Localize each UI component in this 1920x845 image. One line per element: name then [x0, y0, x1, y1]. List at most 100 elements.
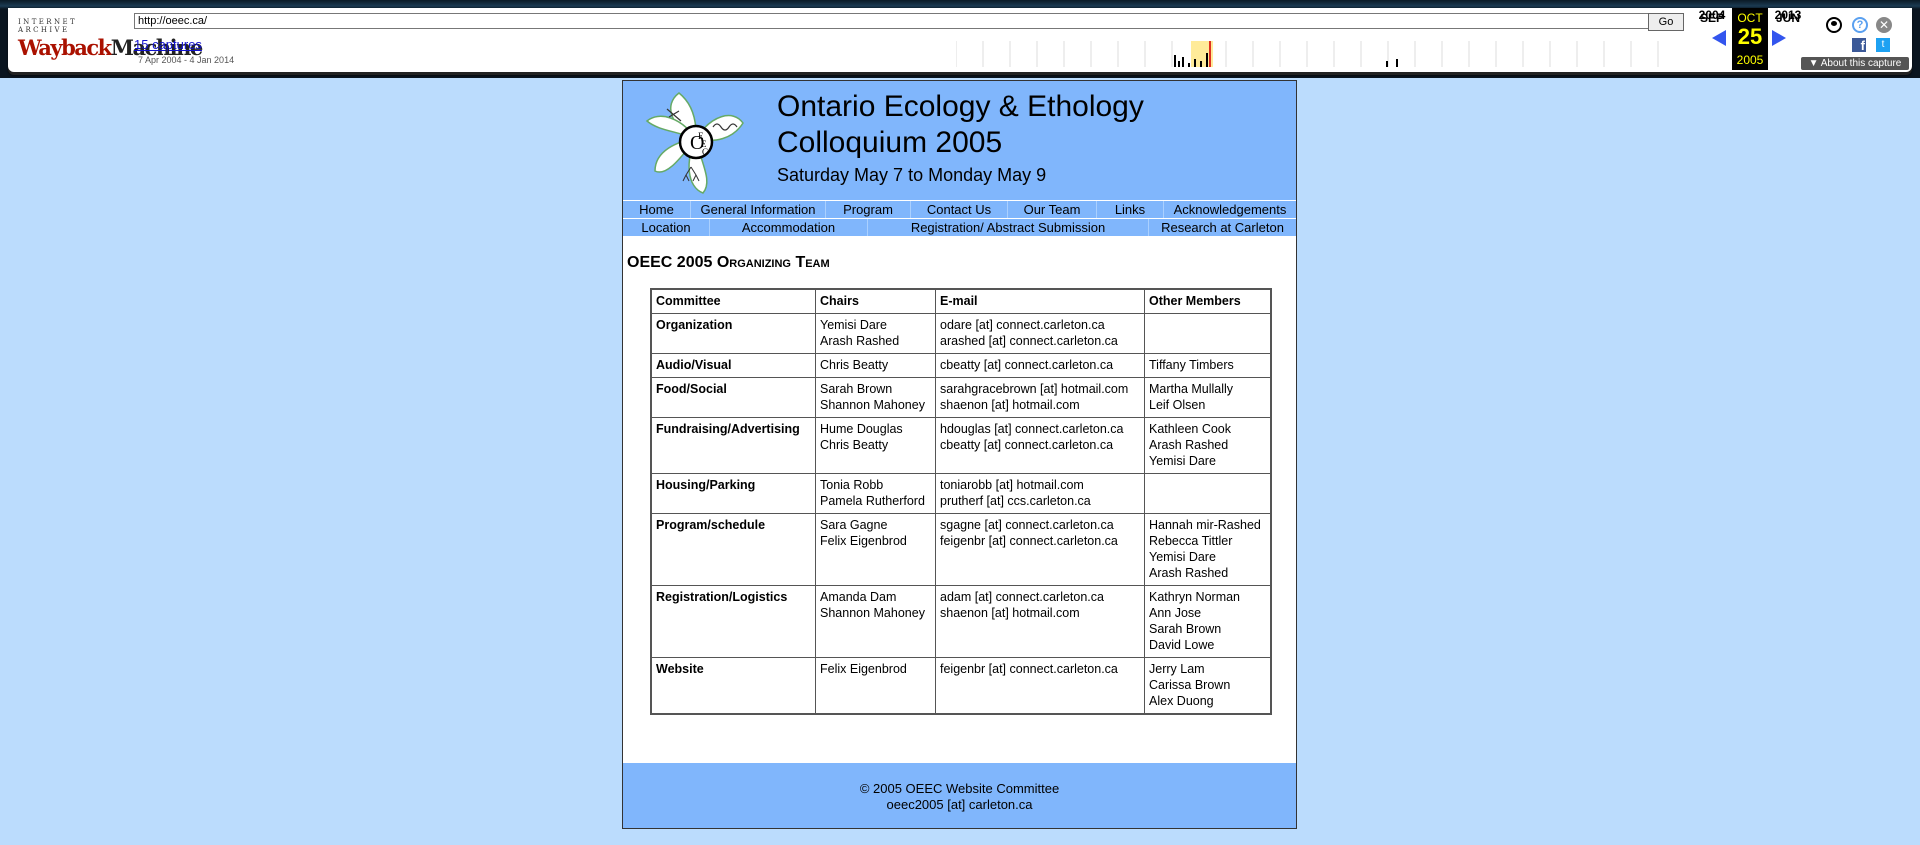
help-icon[interactable]: ?	[1852, 17, 1868, 33]
chairs-cell-line: Hume Douglas	[820, 422, 903, 436]
nav-program[interactable]: Program	[826, 201, 911, 218]
team-table-body: Organization Yemisi Dare Arash Rashed odare…	[650, 313, 1272, 715]
main-content: OEEC 2005 Organizing Team Committee Chai…	[623, 236, 1296, 715]
committee-cell: Housing/Parking	[650, 473, 816, 514]
nav-row-1: Home General Information Program Contact…	[623, 200, 1296, 218]
wayback-panel: INTERNET ARCHIVE WaybackMachine http://o…	[8, 8, 1912, 72]
email-cell-line: feigenbr [at] connect.carleton.ca	[940, 534, 1118, 548]
current-month-col: OCT 25 2005	[1732, 8, 1768, 70]
table-row: Registration/Logistics Amanda Dam Shannon …	[650, 585, 1272, 658]
email-cell: sarahgracebrown [at] hotmail.com shaenon …	[935, 377, 1145, 418]
go-button[interactable]: Go	[1648, 13, 1684, 31]
nav-accommodation[interactable]: Accommodation	[710, 219, 868, 236]
capture-sparkline[interactable]	[956, 41, 1662, 67]
table-row: Housing/Parking Tonia Robb Pamela Rutherfo…	[650, 473, 1272, 514]
members-cell-line: Rebecca Tittler	[1149, 534, 1233, 548]
next-month-col[interactable]: JUN 2013	[1770, 8, 1806, 46]
members-cell-line: Jerry Lam	[1149, 662, 1205, 676]
footer-copyright: © 2005 OEEC Website Committee	[859, 781, 1060, 796]
chairs-cell-line: Pamela Rutherford	[820, 494, 925, 508]
members-cell-line: Martha Mullally	[1149, 382, 1234, 396]
email-cell-line: sgagne [at] connect.carleton.ca	[940, 518, 1114, 532]
chairs-cell: Yemisi Dare Arash Rashed	[815, 313, 936, 354]
about-capture-button[interactable]: ▼ About this capture	[1801, 57, 1909, 70]
members-cell-line: Leif Olsen	[1149, 398, 1206, 412]
chairs-cell-line: Amanda Dam	[820, 590, 897, 604]
sparkline-grid	[956, 41, 1659, 67]
prev-capture-arrow-icon[interactable]	[1712, 30, 1726, 46]
site-header: O E E C Ontario Ecology & Ethology Collo…	[623, 81, 1296, 200]
members-cell-line: Carissa Brown	[1149, 678, 1231, 692]
prev-month-col[interactable]: SEP 2004	[1694, 8, 1730, 46]
user-icon[interactable]	[1826, 17, 1842, 33]
team-table: Committee Chairs E-mail Other Members Or…	[650, 288, 1272, 715]
page-heading: OEEC 2005 Organizing Team	[627, 254, 830, 271]
chairs-cell-line: Tonia Robb	[820, 478, 884, 492]
nav-row-2: Location Accommodation Registration/ Abs…	[623, 218, 1296, 236]
current-day-label: 25	[1737, 24, 1763, 49]
email-cell-line: shaenon [at] hotmail.com	[940, 606, 1080, 620]
nav-contact-us[interactable]: Contact Us	[911, 201, 1008, 218]
members-cell-line: Yemisi Dare	[1149, 550, 1216, 564]
email-cell-line: adam [at] connect.carleton.ca	[940, 590, 1104, 604]
nav-location[interactable]: Location	[623, 219, 710, 236]
header-other-members: Other Members	[1144, 288, 1272, 314]
members-cell-line: Yemisi Dare	[1149, 454, 1216, 468]
sparkline-current-capture	[1209, 41, 1211, 67]
nav-our-team[interactable]: Our Team	[1008, 201, 1097, 218]
trillium-logo-icon: O E E C	[645, 92, 744, 194]
next-year-label[interactable]: 2013	[1770, 8, 1806, 22]
chairs-cell-line: Yemisi Dare	[820, 318, 887, 332]
email-cell-line: feigenbr [at] connect.carleton.ca	[940, 662, 1118, 676]
committee-cell: Fundraising/Advertising	[650, 417, 816, 474]
wayback-logo[interactable]: INTERNET ARCHIVE WaybackMachine	[18, 18, 203, 66]
nav-home[interactable]: Home	[623, 201, 691, 218]
twitter-icon[interactable]: t	[1876, 38, 1890, 52]
nav-general-information[interactable]: General Information	[691, 201, 826, 218]
email-cell-line: toniarobb [at] hotmail.com	[940, 478, 1084, 492]
chairs-cell-line: Arash Rashed	[820, 334, 900, 348]
next-capture-arrow-icon[interactable]	[1772, 30, 1786, 46]
sparkline-bar	[1174, 55, 1176, 67]
sparkline-bar	[1396, 59, 1398, 67]
sparkline-bars	[1174, 53, 1398, 67]
members-cell-line: Kathryn Norman	[1149, 590, 1241, 604]
sparkline-bar	[1178, 61, 1180, 67]
captures-link[interactable]: 15 captures	[134, 37, 202, 52]
nav-links[interactable]: Links	[1097, 201, 1164, 218]
nav-research-at-carleton[interactable]: Research at Carleton	[1149, 219, 1296, 236]
prev-year-label[interactable]: 2004	[1694, 8, 1730, 22]
url-input[interactable]: http://oeec.ca/	[134, 13, 1656, 29]
close-icon[interactable]: ✕	[1876, 17, 1892, 33]
chairs-cell: Hume Douglas Chris Beatty	[815, 417, 936, 474]
table-row: Audio/Visual Chris Beatty cbeatty [at] con…	[650, 353, 1272, 378]
wayback-logo-wordmark: WaybackMachine	[18, 35, 203, 60]
header-chairs: Chairs	[815, 288, 936, 314]
committee-cell: Registration/Logistics	[650, 585, 816, 658]
members-cell: Kathleen Cook Arash Rashed Yemisi Dare	[1144, 417, 1272, 474]
email-cell-line: odare [at] connect.carleton.ca	[940, 318, 1105, 332]
footer-spacer	[623, 763, 1296, 781]
members-cell-line: Alex Duong	[1149, 694, 1214, 708]
chairs-cell: Tonia Robb Pamela Rutherford	[815, 473, 936, 514]
nav-registration[interactable]: Registration/ Abstract Submission	[868, 219, 1149, 236]
event-date: Saturday May 7 to Monday May 9	[777, 165, 1047, 185]
chairs-cell-line: Sarah Brown	[820, 382, 893, 396]
email-cell: odare [at] connect.carleton.ca arashed [a…	[935, 313, 1145, 354]
nav-acknowledgements[interactable]: Acknowledgements	[1164, 201, 1296, 218]
chairs-cell: Felix Eigenbrod	[815, 657, 936, 715]
committee-cell: Program/schedule	[650, 513, 816, 586]
wayback-toolbar: INTERNET ARCHIVE WaybackMachine http://o…	[0, 0, 1920, 78]
archived-page: O E E C Ontario Ecology & Ethology Collo…	[622, 80, 1297, 829]
members-cell-line: Hannah mir-Rashed	[1149, 518, 1261, 532]
sparkline-bar	[1386, 61, 1388, 67]
table-header-row: Committee Chairs E-mail Other Members	[650, 288, 1272, 314]
members-cell-line: Ann Jose	[1149, 606, 1202, 620]
facebook-icon[interactable]: f	[1852, 38, 1866, 53]
chairs-cell-line: Shannon Mahoney	[820, 606, 925, 620]
sparkline-bar	[1188, 63, 1190, 67]
email-cell-line: prutherf [at] ccs.carleton.ca	[940, 494, 1091, 508]
members-cell: Hannah mir-Rashed Rebecca Tittler Yemisi D…	[1144, 513, 1272, 586]
members-cell: Tiffany Timbers	[1144, 353, 1272, 378]
chairs-cell: Chris Beatty	[815, 353, 936, 378]
